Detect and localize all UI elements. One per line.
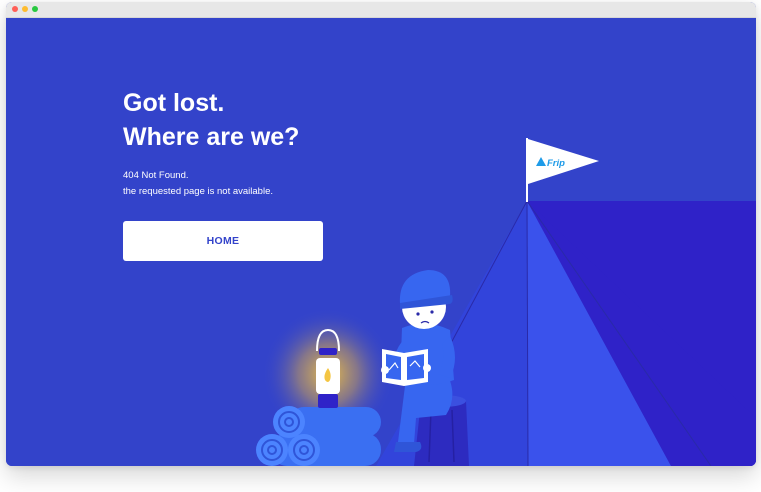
headline-line-1: Got lost. bbox=[123, 89, 225, 117]
error-status-text: 404 Not Found. bbox=[123, 170, 189, 181]
error-page: Frip Got lost. Where are we? 404 Not Fou… bbox=[6, 18, 756, 466]
map-icon bbox=[382, 349, 428, 386]
close-window-button[interactable] bbox=[12, 6, 18, 12]
maximize-window-button[interactable] bbox=[32, 6, 38, 12]
minimize-window-button[interactable] bbox=[22, 6, 28, 12]
flag-brand-label: Frip bbox=[547, 158, 565, 169]
brand-flag: Frip bbox=[526, 138, 599, 202]
home-button[interactable]: HOME bbox=[123, 221, 323, 261]
error-description-text: the requested page is not available. bbox=[123, 186, 273, 197]
window-titlebar bbox=[6, 2, 756, 18]
error-message: 404 Not Found. the requested page is not… bbox=[123, 168, 273, 200]
headline-line-2: Where are we? bbox=[123, 123, 300, 151]
camping-illustration: Frip bbox=[256, 138, 756, 466]
firewood-logs bbox=[256, 406, 381, 466]
browser-window: Frip Got lost. Where are we? 404 Not Fou… bbox=[6, 2, 756, 466]
error-headline: Got lost. Where are we? bbox=[123, 86, 299, 154]
